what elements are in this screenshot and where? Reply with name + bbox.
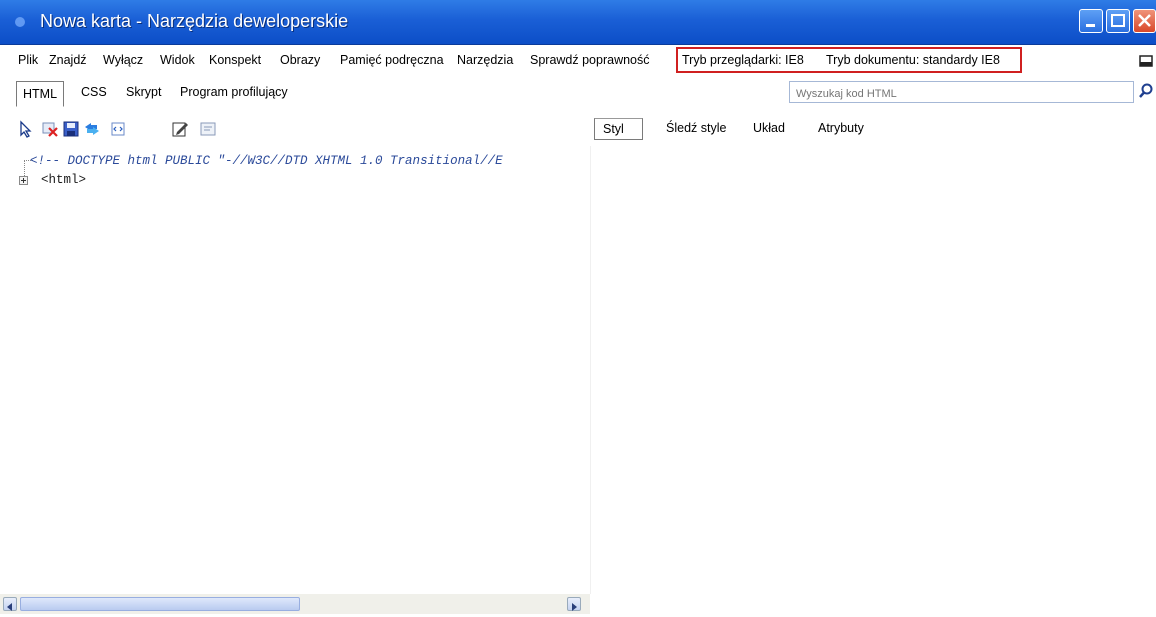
menu-pamiec-podreczna[interactable]: Pamięć podręczna xyxy=(340,53,444,67)
tab-html[interactable]: HTML xyxy=(16,81,65,107)
edit-icon[interactable] xyxy=(171,120,189,138)
mode-highlight-box xyxy=(676,47,1022,73)
window-title: Nowa karta - Narzędzia deweloperskie xyxy=(40,11,349,31)
horizontal-scrollbar[interactable] xyxy=(0,594,590,614)
chevron-right-icon xyxy=(572,603,577,611)
dom-view-icon[interactable] xyxy=(109,120,127,138)
dom-tree-panel: <!-- DOCTYPE html PUBLIC "-//W3C//DTD XH… xyxy=(0,146,1156,594)
minimize-icon xyxy=(1086,24,1095,27)
menu-znajdz[interactable]: Znajdź xyxy=(49,53,87,67)
save-icon[interactable] xyxy=(62,120,80,138)
panel-divider[interactable] xyxy=(590,146,591,594)
expand-icon[interactable] xyxy=(19,176,28,185)
maximize-button[interactable] xyxy=(1106,9,1130,33)
chevron-left-icon xyxy=(7,603,12,611)
toolbar: Styl Śledź style Układ Atrybuty xyxy=(0,112,1156,146)
menu-konspekt[interactable]: Konspekt xyxy=(209,53,261,67)
tab-uklad[interactable]: Układ xyxy=(753,121,785,135)
close-icon xyxy=(1138,14,1151,27)
html-node[interactable]: <html> xyxy=(41,173,86,187)
close-button[interactable] xyxy=(1133,9,1156,33)
search-icon[interactable] xyxy=(1137,82,1155,100)
minimize-button[interactable] xyxy=(1079,9,1103,33)
word-wrap-icon[interactable] xyxy=(199,120,217,138)
tab-styl[interactable]: Styl xyxy=(594,118,643,140)
tab-program-profilujacy[interactable]: Program profilujący xyxy=(180,85,288,99)
search-input[interactable] xyxy=(794,84,1118,104)
scroll-left-button[interactable] xyxy=(3,597,17,611)
menu-narzedzia[interactable]: Narzędzia xyxy=(457,53,513,67)
tab-atrybuty[interactable]: Atrybuty xyxy=(818,121,864,135)
search-field[interactable] xyxy=(789,81,1134,104)
select-element-icon[interactable] xyxy=(18,120,36,138)
doctype-node[interactable]: <!-- DOCTYPE html PUBLIC "-//W3C//DTD XH… xyxy=(30,154,586,168)
app-icon xyxy=(15,17,25,27)
menu-plik[interactable]: Plik xyxy=(18,53,38,67)
tab-sledz-style[interactable]: Śledź style xyxy=(666,121,726,135)
menu-sprawdz-poprawnosc[interactable]: Sprawdź poprawność xyxy=(530,53,650,67)
tab-skrypt[interactable]: Skrypt xyxy=(126,85,161,99)
title-bar: Nowa karta - Narzędzia deweloperskie xyxy=(0,0,1156,45)
pin-window-icon[interactable] xyxy=(1139,55,1153,67)
menu-wylacz[interactable]: Wyłącz xyxy=(103,53,143,67)
menu-obrazy[interactable]: Obrazy xyxy=(280,53,320,67)
refresh-icon[interactable] xyxy=(83,120,101,138)
tab-css[interactable]: CSS xyxy=(81,85,107,99)
scroll-right-button[interactable] xyxy=(567,597,581,611)
clear-icon[interactable] xyxy=(41,120,59,138)
maximize-icon xyxy=(1111,14,1125,27)
scrollbar-thumb[interactable] xyxy=(20,597,300,611)
menu-widok[interactable]: Widok xyxy=(160,53,195,67)
